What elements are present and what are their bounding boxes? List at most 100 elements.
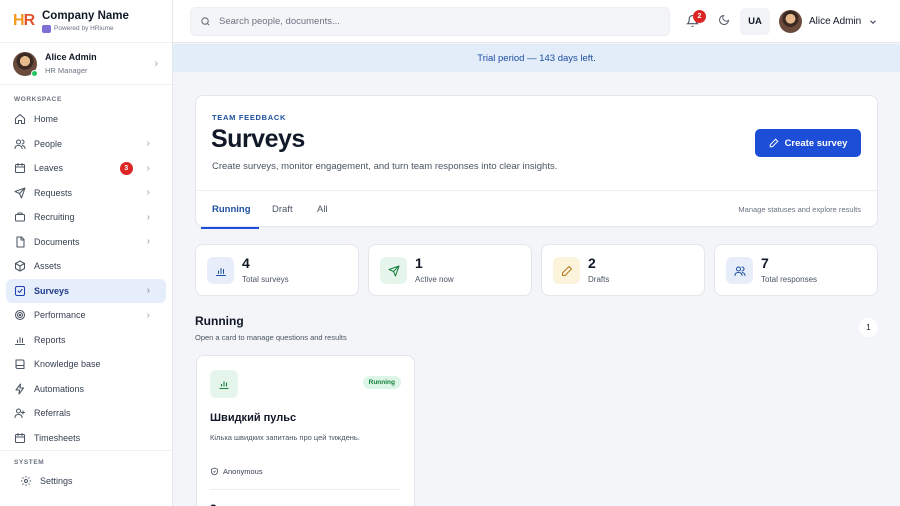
- sidebar-item-people[interactable]: People ›: [0, 132, 166, 157]
- stat-label: Total surveys: [242, 275, 289, 284]
- sidebar-item-label: Knowledge base: [34, 359, 101, 370]
- brand[interactable]: HR Company Name Powered by HRiume: [0, 0, 172, 43]
- company-name: Company Name: [42, 9, 129, 22]
- create-survey-label: Create survey: [784, 137, 848, 149]
- stat-value: 2: [588, 255, 596, 271]
- anonymity-text: Anonymous: [223, 467, 263, 476]
- tab-running[interactable]: Running: [212, 204, 251, 215]
- sidebar-item-documents[interactable]: Documents ›: [0, 230, 166, 255]
- pencil-icon: [769, 138, 779, 148]
- section-label-workspace: WORKSPACE: [14, 96, 62, 103]
- send-icon: [380, 257, 407, 284]
- trial-banner: Trial period — 143 days left.: [173, 44, 900, 72]
- target-icon: [14, 309, 26, 321]
- survey-description: Кілька швидких запитань про цей тиждень.: [210, 433, 360, 442]
- stat-card-total-surveys: 4 Total surveys: [195, 244, 359, 296]
- stat-value: 4: [242, 255, 250, 271]
- tabs-hint: Manage statuses and explore results: [738, 205, 861, 214]
- status-tabs: Running Draft All Manage statuses and ex…: [196, 190, 877, 229]
- chevron-right-icon: ›: [146, 162, 150, 174]
- sidebar-item-performance[interactable]: Performance ›: [0, 303, 166, 328]
- avatar: [13, 51, 38, 77]
- book-icon: [14, 358, 26, 370]
- chevron-right-icon: ›: [146, 138, 150, 150]
- sidebar-item-recruiting[interactable]: Recruiting ›: [0, 205, 166, 230]
- sidebar-item-label: Assets: [34, 261, 62, 272]
- sidebar-item-label: Referrals: [34, 408, 71, 419]
- people-icon: [726, 257, 753, 284]
- stat-label: Total responses: [761, 275, 818, 284]
- chevron-down-icon: [868, 17, 878, 27]
- bar-chart-icon: [14, 334, 26, 346]
- survey-questions-count: 3: [210, 502, 217, 506]
- card-divider: [210, 489, 401, 490]
- sidebar-item-surveys[interactable]: Surveys ›: [6, 278, 166, 303]
- sidebar-item-home[interactable]: Home: [0, 107, 166, 132]
- chevron-right-icon: ›: [146, 309, 150, 321]
- sidebar-item-reports[interactable]: Reports: [0, 328, 166, 353]
- checkbox-icon: [14, 285, 26, 297]
- sidebar-item-label: Timesheets: [34, 432, 81, 443]
- search-icon: [200, 16, 211, 27]
- referral-icon: [14, 407, 26, 419]
- sidebar-item-requests[interactable]: Requests ›: [0, 181, 166, 206]
- sidebar-item-label: Performance: [34, 310, 86, 321]
- chevron-right-icon: ›: [154, 57, 158, 70]
- sidebar-item-label: Reports: [34, 334, 66, 345]
- search-input[interactable]: Search people, documents...: [190, 7, 670, 36]
- stat-card-drafts: 2 Drafts: [541, 244, 705, 296]
- moon-icon[interactable]: [718, 14, 730, 26]
- sidebar-user-role: HR Manager: [45, 66, 88, 75]
- sidebar-item-assets[interactable]: Assets: [0, 254, 166, 279]
- box-icon: [14, 260, 26, 272]
- powered-by-text: Powered by HRiume: [54, 25, 114, 32]
- notifications-badge: 2: [693, 10, 706, 23]
- user-menu[interactable]: Alice Admin: [779, 10, 878, 33]
- chevron-right-icon: ›: [146, 236, 150, 248]
- sidebar-user-card[interactable]: Alice Admin HR Manager ›: [0, 43, 172, 85]
- sidebar-item-label: Home: [34, 114, 59, 125]
- sidebar-item-leaves[interactable]: Leaves 3 ›: [0, 156, 166, 181]
- stat-value: 1: [415, 255, 423, 271]
- hriume-logo-icon: [42, 24, 51, 33]
- survey-title: Швидкий пульс: [210, 412, 297, 424]
- eyebrow-label: TEAM FEEDBACK: [212, 113, 287, 122]
- sidebar-item-label: Automations: [34, 383, 85, 394]
- calendar-icon: [14, 162, 26, 174]
- section-label-system: SYSTEM: [0, 450, 172, 469]
- stat-label: Drafts: [588, 275, 610, 284]
- send-icon: [14, 187, 26, 199]
- leaves-count-badge: 3: [119, 161, 133, 175]
- chevron-right-icon: ›: [146, 211, 150, 223]
- section-subtitle-running: Open a card to manage questions and resu…: [195, 333, 347, 342]
- sidebar-item-settings[interactable]: Settings: [0, 469, 166, 494]
- sidebar-item-referrals[interactable]: Referrals: [0, 401, 166, 426]
- bar-chart-icon: [207, 257, 234, 284]
- page-indicator[interactable]: 1: [859, 318, 878, 337]
- sidebar-item-label: Recruiting: [34, 212, 75, 223]
- sidebar-item-knowledge-base[interactable]: Knowledge base: [0, 352, 166, 377]
- sidebar-item-label: People: [34, 138, 63, 149]
- survey-card[interactable]: Running Швидкий пульс Кілька швидких зап…: [196, 355, 415, 506]
- chevron-right-icon: ›: [146, 187, 150, 199]
- language-switcher[interactable]: UA: [740, 8, 770, 35]
- pencil-icon: [553, 257, 580, 284]
- stat-card-total-responses: 7 Total responses: [714, 244, 878, 296]
- powered-by: Powered by HRiume: [42, 24, 129, 33]
- sidebar-item-timesheets[interactable]: Timesheets: [0, 426, 166, 451]
- company-logo: HR: [13, 12, 35, 29]
- section-title-running: Running: [195, 314, 244, 328]
- tab-draft[interactable]: Draft: [272, 204, 293, 215]
- sidebar-item-automations[interactable]: Automations: [0, 377, 166, 402]
- active-tab-indicator: [201, 227, 259, 229]
- surveys-header-card: TEAM FEEDBACK Surveys Create surveys, mo…: [195, 95, 878, 229]
- online-status-dot: [31, 69, 38, 77]
- page-subtitle: Create surveys, monitor engagement, and …: [212, 161, 558, 172]
- topbar: Search people, documents... 2 UA Alice A…: [173, 0, 900, 43]
- create-survey-button[interactable]: Create survey: [755, 129, 861, 157]
- shield-icon: [210, 467, 219, 476]
- document-icon: [14, 236, 26, 248]
- tab-all[interactable]: All: [317, 204, 328, 215]
- briefcase-icon: [14, 211, 26, 223]
- sidebar: HR Company Name Powered by HRiume Alice …: [0, 0, 173, 506]
